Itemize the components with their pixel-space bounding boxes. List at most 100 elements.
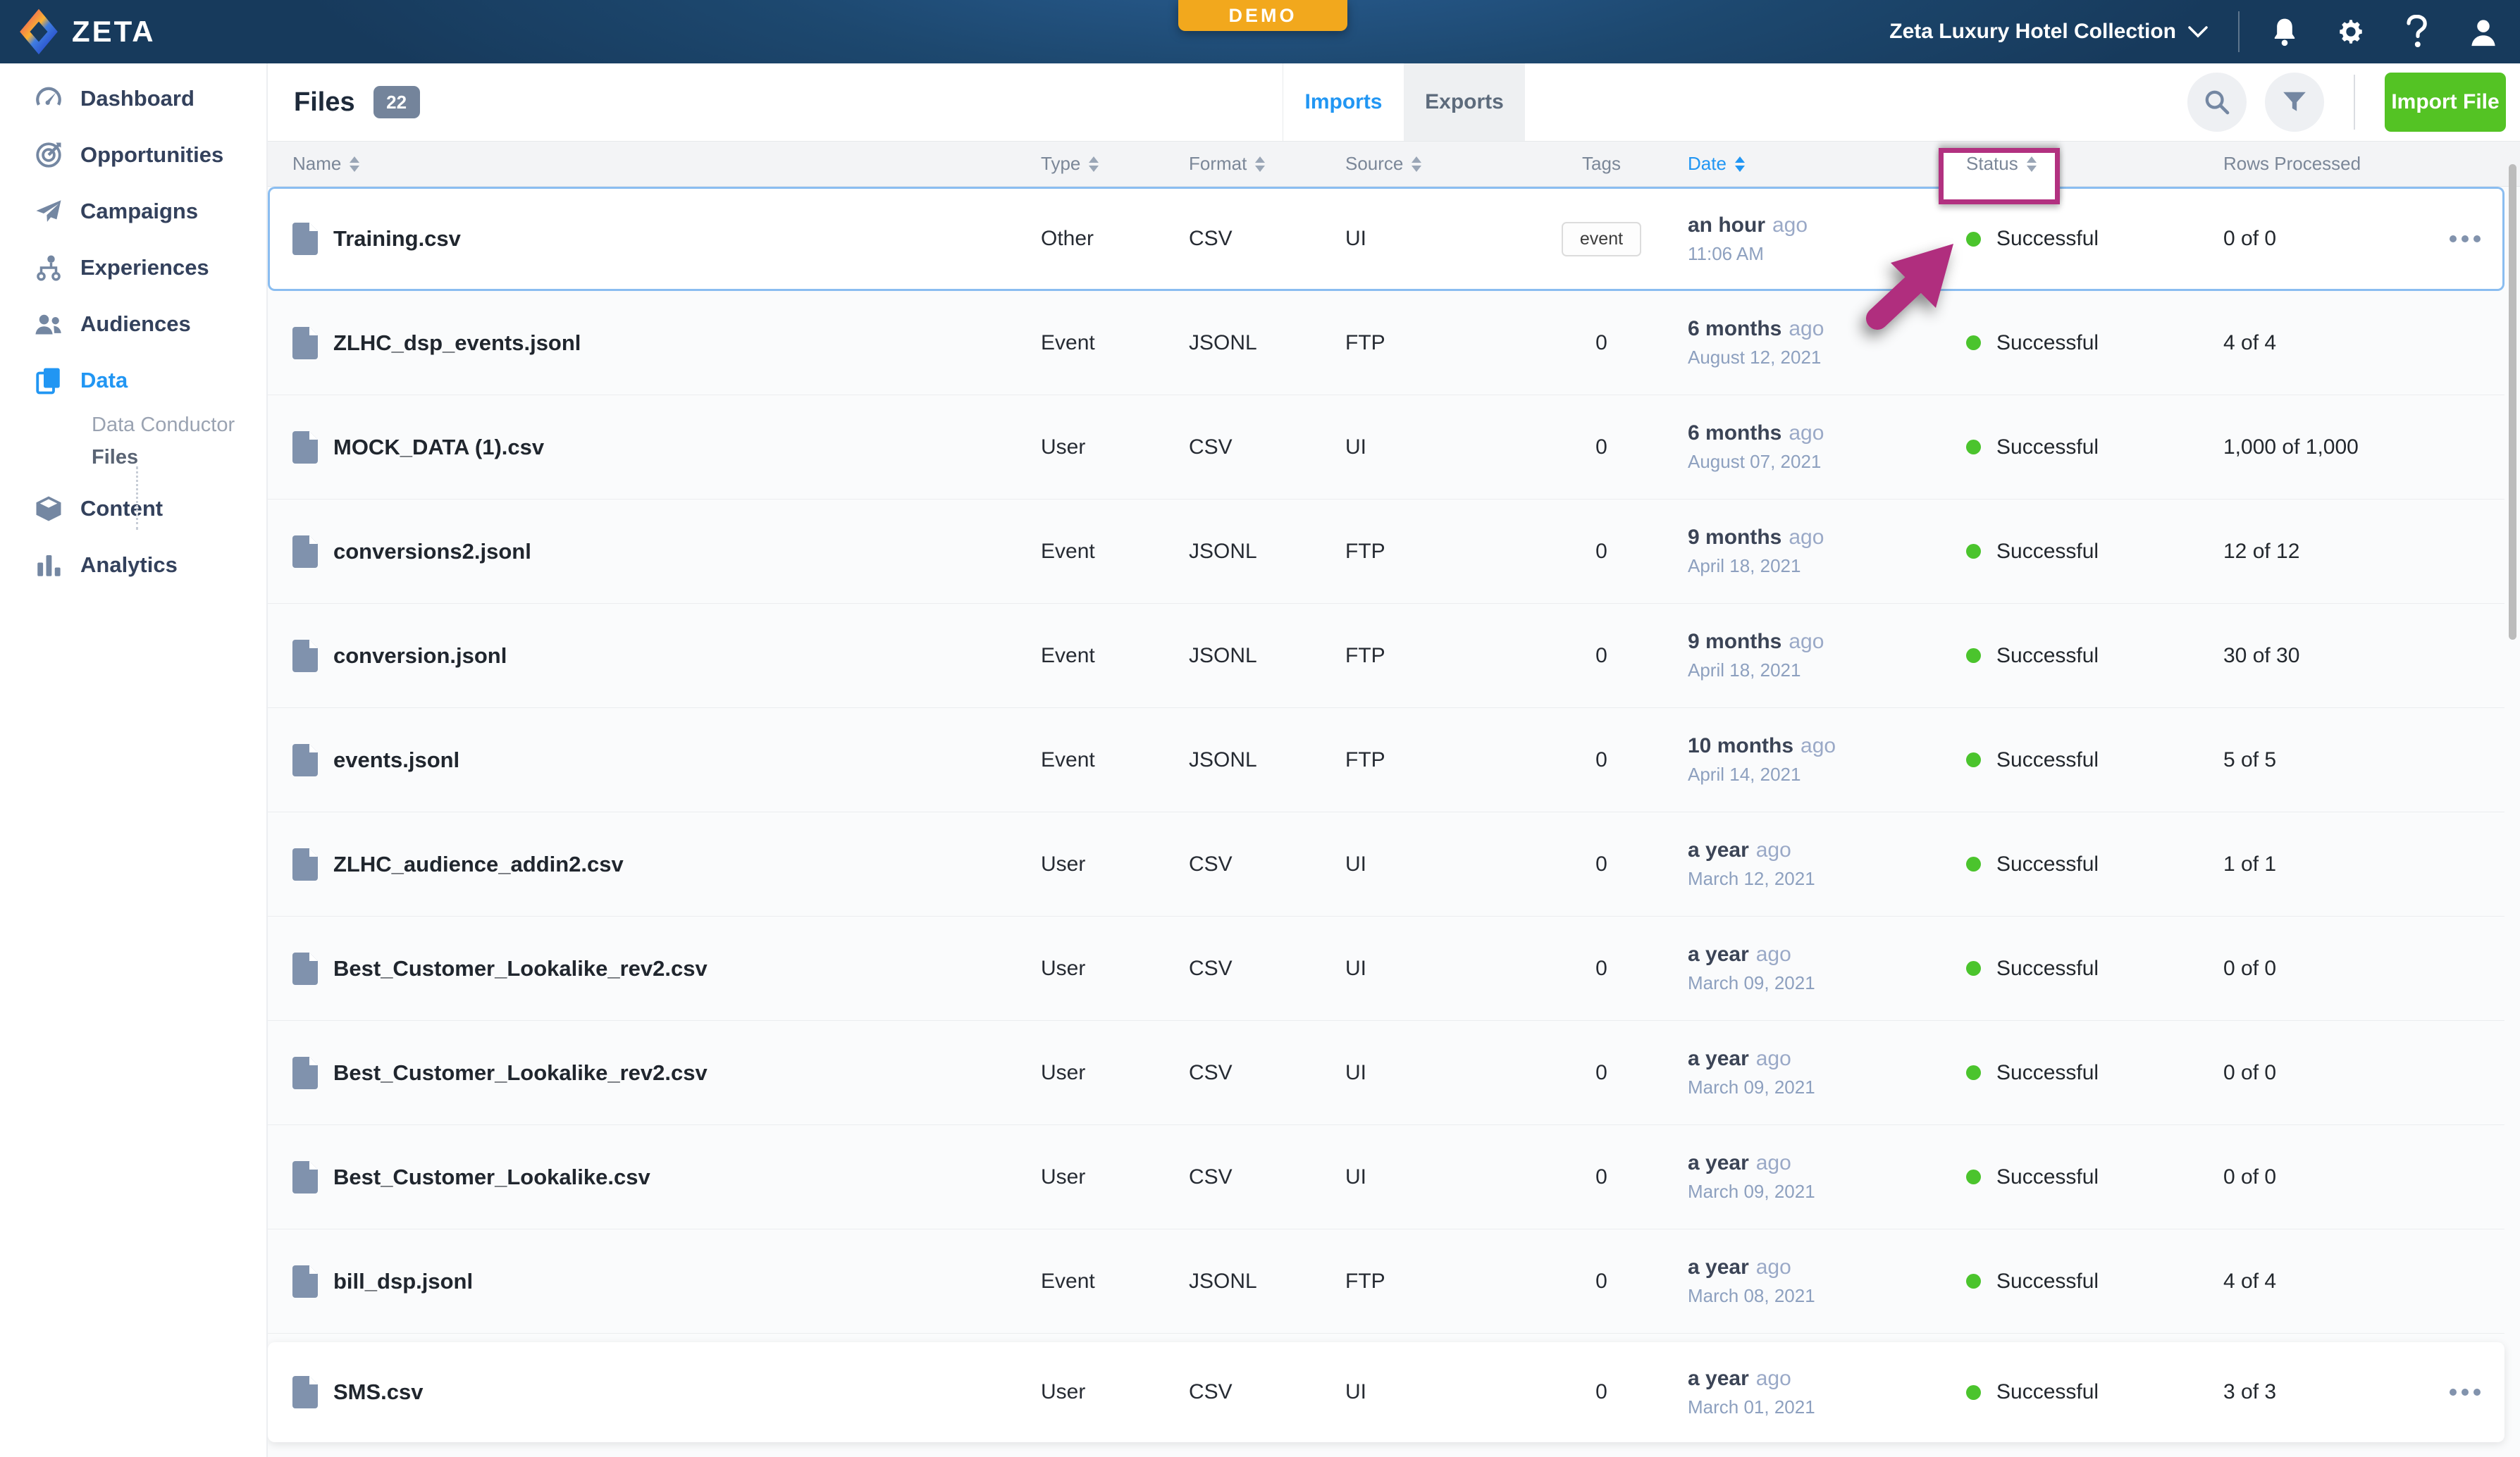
date-absolute: March 01, 2021 — [1688, 1396, 1945, 1418]
table-row[interactable]: bill_dsp.jsonl Event JSONL FTP 0 a yeara… — [268, 1229, 2504, 1334]
top-navbar: ZETA DEMO Zeta Luxury Hotel Collection — [0, 0, 2520, 63]
page-title: Files — [294, 87, 355, 118]
flow-icon — [34, 253, 63, 283]
sidebar-item-dashboard[interactable]: Dashboard — [0, 70, 266, 127]
date-absolute: April 14, 2021 — [1688, 764, 1945, 786]
status-dot-icon — [1966, 648, 1981, 663]
tags-count: 0 — [1595, 1061, 1607, 1085]
sidebar-item-data[interactable]: Data — [0, 352, 266, 409]
status-label: Successful — [1996, 540, 2099, 564]
file-icon — [292, 848, 318, 881]
file-format: JSONL — [1178, 1270, 1335, 1294]
file-format: JSONL — [1178, 748, 1335, 772]
rows-processed: 5 of 5 — [2202, 748, 2435, 772]
file-source: UI — [1335, 957, 1515, 981]
table-row[interactable]: Best_Customer_Lookalike.csv User CSV UI … — [268, 1125, 2504, 1229]
status-label: Successful — [1996, 227, 2099, 251]
file-source: FTP — [1335, 331, 1515, 355]
file-format: CSV — [1178, 1061, 1335, 1085]
file-status: Successful — [1945, 644, 2202, 668]
column-header-tags[interactable]: Tags — [1515, 153, 1688, 175]
rows-processed: 4 of 4 — [2202, 1270, 2435, 1294]
table-row[interactable]: ZLHC_dsp_events.jsonl Event JSONL FTP 0 … — [268, 291, 2504, 395]
column-header-date[interactable]: Date — [1688, 153, 1945, 175]
status-label: Successful — [1996, 852, 2099, 876]
sidebar-label: Campaigns — [80, 199, 198, 224]
column-label: Date — [1688, 153, 1727, 175]
rows-processed: 0 of 0 — [2202, 1061, 2435, 1085]
file-icon — [292, 640, 318, 672]
table-row[interactable]: Best_Customer_Lookalike_rev2.csv User CS… — [268, 917, 2504, 1021]
sidebar-item-opportunities[interactable]: Opportunities — [0, 127, 266, 183]
row-menu-button[interactable] — [2442, 1382, 2488, 1403]
date-ago-label: ago — [1756, 1367, 1791, 1390]
help-icon[interactable] — [2402, 16, 2433, 47]
file-format: CSV — [1178, 1165, 1335, 1189]
status-label: Successful — [1996, 331, 2099, 355]
column-header-source[interactable]: Source — [1335, 153, 1515, 175]
table-row[interactable]: conversion.jsonl Event JSONL FTP 0 9 mon… — [268, 604, 2504, 708]
sidebar-label: Analytics — [80, 552, 178, 578]
sort-icon — [1255, 156, 1265, 172]
file-type: User — [1030, 1165, 1178, 1189]
sidebar-item-audiences[interactable]: Audiences — [0, 296, 266, 352]
date-ago-label: ago — [1756, 943, 1791, 966]
file-type: User — [1030, 1380, 1178, 1404]
zeta-logo[interactable]: ZETA — [0, 8, 156, 56]
sidebar-item-campaigns[interactable]: Campaigns — [0, 183, 266, 240]
sort-icon — [1412, 156, 1421, 172]
file-status: Successful — [1945, 1380, 2202, 1404]
file-icon — [292, 1265, 318, 1298]
date-ago-label: ago — [1756, 1047, 1791, 1070]
file-type: User — [1030, 435, 1178, 459]
file-date: a yearago March 09, 2021 — [1688, 1047, 1945, 1098]
vertical-scrollbar-thumb[interactable] — [2509, 164, 2516, 640]
file-format: CSV — [1178, 1380, 1335, 1404]
table-row[interactable]: Best_Customer_Lookalike_rev2.csv User CS… — [268, 1021, 2504, 1125]
search-button[interactable] — [2187, 73, 2247, 132]
table-row[interactable]: ZLHC_audience_addin2.csv User CSV UI 0 a… — [268, 812, 2504, 917]
status-label: Successful — [1996, 435, 2099, 459]
tab-imports[interactable]: Imports — [1283, 63, 1404, 141]
account-name: Zeta Luxury Hotel Collection — [1889, 20, 2176, 44]
sidebar-item-data-conductor[interactable]: Data Conductor — [0, 409, 266, 441]
import-file-button[interactable]: Import File — [2385, 73, 2506, 132]
rows-processed: 0 of 0 — [2202, 227, 2435, 251]
date-absolute: March 08, 2021 — [1688, 1285, 1945, 1307]
rows-processed: 1 of 1 — [2202, 852, 2435, 876]
file-type: Event — [1030, 644, 1178, 668]
sidebar-item-content[interactable]: Content — [0, 480, 266, 537]
column-header-status[interactable]: Status — [1945, 153, 2202, 175]
status-dot-icon — [1966, 857, 1981, 872]
documents-icon — [34, 366, 63, 395]
column-header-type[interactable]: Type — [1030, 153, 1178, 175]
file-icon — [292, 535, 318, 568]
rows-processed: 0 of 0 — [2202, 1165, 2435, 1189]
table-row[interactable]: Training.csv Other CSV UI event an houra… — [268, 187, 2504, 291]
date-absolute: March 12, 2021 — [1688, 868, 1945, 890]
filter-button[interactable] — [2265, 73, 2324, 132]
table-row[interactable]: conversions2.jsonl Event JSONL FTP 0 9 m… — [268, 500, 2504, 604]
gear-icon[interactable] — [2335, 16, 2366, 47]
column-label: Name — [292, 153, 341, 175]
table-row[interactable]: SMS.csv User CSV UI 0 a yearago March 01… — [268, 1342, 2504, 1442]
table-row[interactable]: MOCK_DATA (1).csv User CSV UI 0 6 months… — [268, 395, 2504, 500]
table-row[interactable]: events.jsonl Event JSONL FTP 0 10 months… — [268, 708, 2504, 812]
sidebar-label: Dashboard — [80, 86, 194, 111]
bell-icon[interactable] — [2269, 16, 2300, 47]
file-date: 10 monthsago April 14, 2021 — [1688, 734, 1945, 786]
account-switcher[interactable]: Zeta Luxury Hotel Collection — [1889, 20, 2209, 44]
user-icon[interactable] — [2468, 16, 2499, 47]
sidebar-item-files[interactable]: Files — [0, 441, 266, 473]
tab-exports[interactable]: Exports — [1404, 63, 1525, 141]
column-header-format[interactable]: Format — [1178, 153, 1335, 175]
page-header: Files 22 Imports Exports Import File — [268, 63, 2520, 141]
row-menu-button[interactable] — [2442, 228, 2488, 249]
date-ago-label: ago — [1772, 213, 1808, 237]
file-status: Successful — [1945, 748, 2202, 772]
sidebar-item-analytics[interactable]: Analytics — [0, 537, 266, 593]
column-header-name[interactable]: Name — [292, 153, 1030, 175]
demo-badge: DEMO — [1178, 0, 1347, 31]
sidebar-item-experiences[interactable]: Experiences — [0, 240, 266, 296]
date-absolute: March 09, 2021 — [1688, 972, 1945, 994]
